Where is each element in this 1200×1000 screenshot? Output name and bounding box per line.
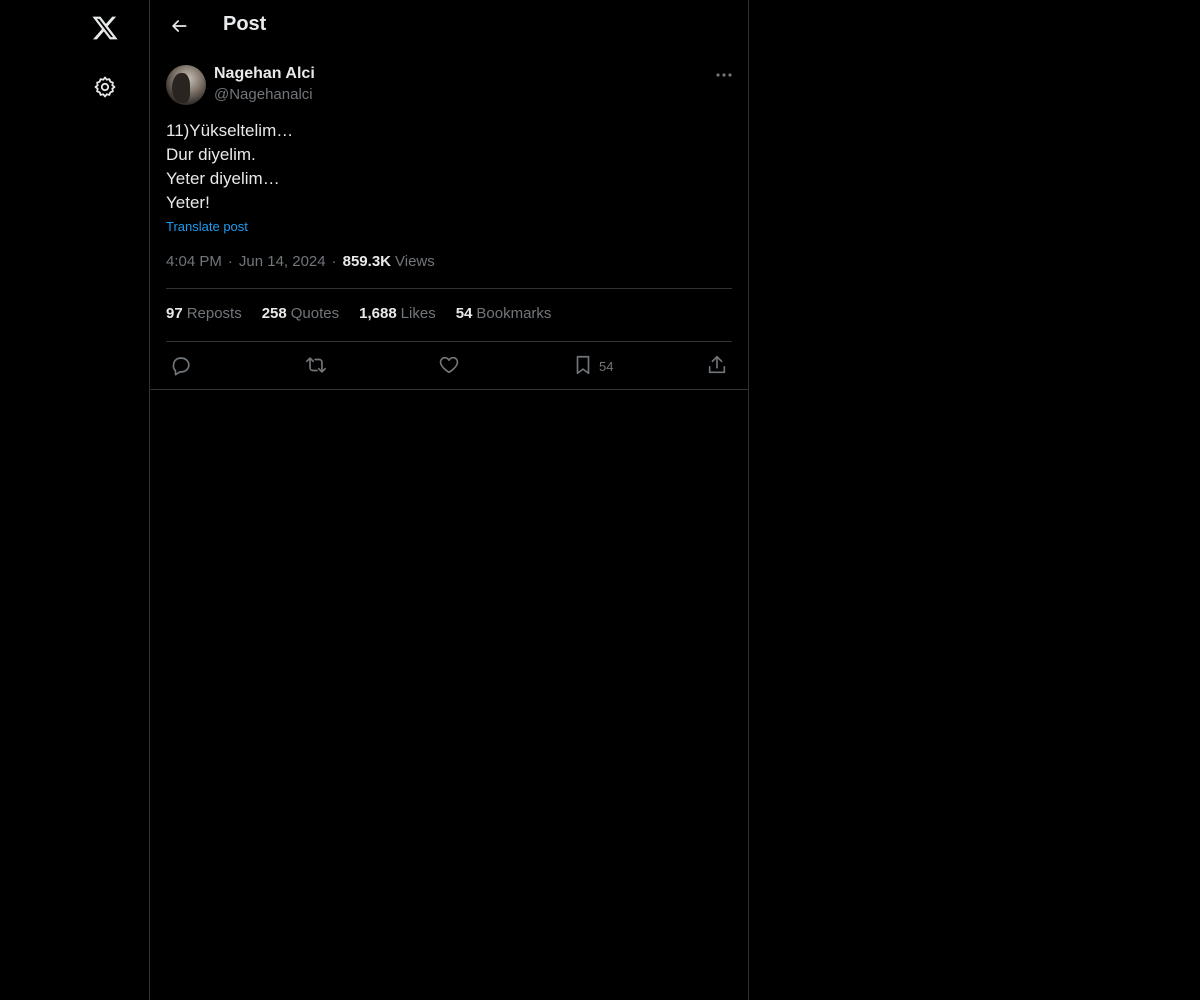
page-title: Post [223, 13, 267, 35]
stat-bookmarks[interactable]: 54 Bookmarks [456, 305, 552, 322]
share-icon [708, 355, 726, 374]
stat-label: Reposts [186, 305, 242, 322]
like-button[interactable] [438, 352, 460, 378]
heart-icon [439, 356, 459, 374]
reply-button[interactable] [170, 352, 192, 378]
post-time[interactable]: 4:04 PM [166, 253, 222, 270]
stat-count: 1,688 [359, 305, 397, 322]
gear-icon[interactable] [85, 67, 125, 107]
bookmark-button[interactable]: 54 [572, 352, 613, 378]
views-count: 859.3K [342, 253, 391, 270]
author-handle[interactable]: @Nagehanalci [214, 86, 313, 103]
divider [166, 341, 732, 342]
stat-label: Quotes [290, 305, 340, 322]
main-column: Post Nagehan Alci @Nagehanalci 11)Yüksel… [149, 0, 749, 1000]
translate-post-link[interactable]: Translate post [166, 219, 248, 234]
stat-label: Likes [400, 305, 436, 322]
post-text-line: 11)Yükseltelim… [166, 121, 294, 140]
stat-count: 97 [166, 305, 183, 322]
stat-count: 54 [455, 305, 473, 322]
meta-separator: · [331, 253, 337, 270]
left-nav-rail [0, 0, 149, 1000]
stat-quotes[interactable]: 258 Quotes [262, 305, 339, 322]
repost-button[interactable] [304, 352, 328, 378]
views-label: Views [395, 253, 435, 270]
stat-likes[interactable]: 1,688 Likes [359, 305, 436, 322]
post-text-line: Yeter diyelim… [166, 169, 280, 188]
arrow-left-icon[interactable] [162, 9, 196, 43]
stat-reposts[interactable]: 97 Reposts [166, 305, 242, 322]
meta-separator: · [227, 253, 233, 270]
avatar[interactable] [166, 65, 206, 105]
x-logo-icon[interactable] [85, 8, 125, 48]
post-text-line: Dur diyelim. [166, 145, 256, 164]
reply-icon [172, 357, 190, 376]
divider [166, 288, 732, 289]
stat-count: 258 [261, 305, 287, 322]
stat-label: Bookmarks [476, 305, 552, 322]
post-text: 11)Yükseltelim… Dur diyelim. Yeter diyel… [166, 119, 293, 215]
post-detail: Nagehan Alci @Nagehanalci 11)Yükseltelim… [150, 53, 748, 390]
share-button[interactable] [706, 352, 728, 378]
post-meta: 4:04 PM · Jun 14, 2024 · 859.3K Views [166, 253, 435, 270]
bookmark-count: 54 [599, 359, 614, 374]
repost-icon [306, 357, 326, 373]
post-date[interactable]: Jun 14, 2024 [239, 253, 326, 270]
bookmark-icon [576, 355, 590, 375]
author-name[interactable]: Nagehan Alci [214, 65, 315, 83]
post-actions: 54 [166, 352, 732, 378]
post-text-line: Yeter! [166, 193, 210, 212]
more-options-icon[interactable] [712, 65, 736, 85]
post-header: Post [150, 0, 748, 53]
engagement-stats: 97 Reposts 258 Quotes 1,688 Likes 54 Bookmar… [166, 305, 551, 322]
